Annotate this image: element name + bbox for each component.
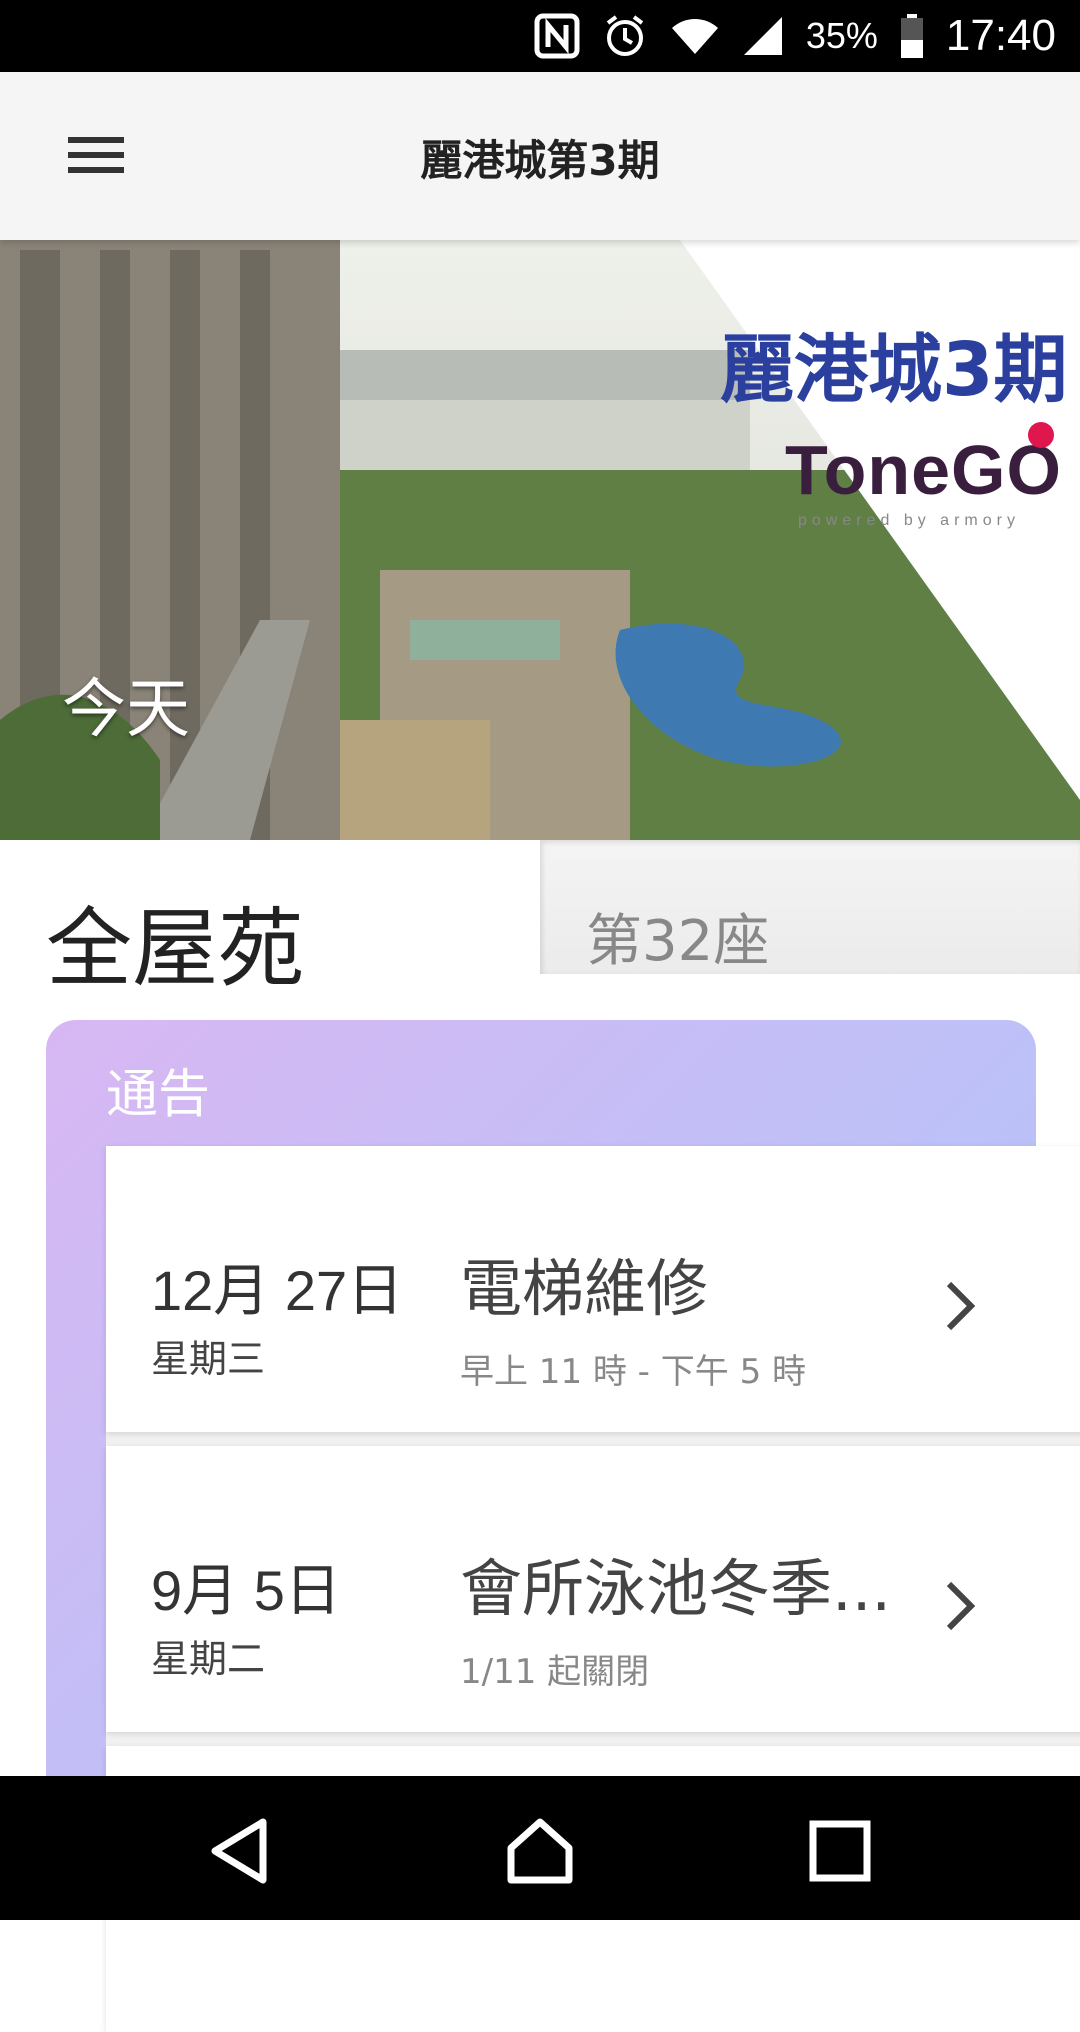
tab-estate[interactable]: 全屋苑 xyxy=(46,878,304,1003)
hero-banner[interactable]: 麗港城3期 ToneGO powered by armory 今天 xyxy=(0,240,1080,840)
battery-icon xyxy=(900,14,924,58)
notice-subtitle: 1/11 起關閉 xyxy=(460,1652,650,1692)
chevron-right-icon xyxy=(946,1281,976,1331)
tab-block[interactable]: 第32座 xyxy=(540,840,1080,974)
brand-dot-icon xyxy=(1028,422,1054,448)
battery-percent: 35% xyxy=(805,15,878,56)
alarm-icon xyxy=(602,13,648,59)
brand-tagline: powered by armory xyxy=(798,512,1020,529)
notices-title: 通告 xyxy=(106,1065,211,1125)
notice-subtitle: 早上 11 時 - 下午 5 時 xyxy=(460,1352,807,1392)
nfc-icon xyxy=(534,13,580,59)
estate-logo-text: 麗港城3期 xyxy=(720,327,1068,413)
navigation-bar xyxy=(0,1776,1080,1920)
notice-heading: 會所泳池冬季... xyxy=(460,1552,892,1625)
notice-heading: 電梯維修 xyxy=(460,1252,709,1325)
today-label: 今天 xyxy=(62,673,190,747)
back-icon[interactable] xyxy=(205,1816,275,1886)
recents-icon[interactable] xyxy=(805,1816,875,1886)
signal-icon xyxy=(742,15,784,57)
notice-date: 12月 27日 xyxy=(151,1259,404,1322)
tonego-logo: ToneGO xyxy=(785,431,1062,509)
chevron-right-icon xyxy=(946,1581,976,1631)
notice-date: 9月 5日 xyxy=(151,1559,341,1622)
page-title: 麗港城第3期 xyxy=(420,136,660,185)
status-bar: 35% 17:40 xyxy=(0,0,1080,72)
home-icon[interactable] xyxy=(505,1816,575,1886)
notice-item[interactable]: 12月 27日 星期三 電梯維修 早上 11 時 - 下午 5 時 xyxy=(106,1146,1080,1432)
clock: 17:40 xyxy=(945,11,1056,60)
notice-weekday: 星期二 xyxy=(151,1637,266,1681)
wifi-icon xyxy=(670,16,720,56)
app-bar: 麗港城第3期 xyxy=(0,72,1080,240)
notice-item[interactable]: 9月 5日 星期二 會所泳池冬季... 1/11 起關閉 xyxy=(106,1446,1080,1732)
notice-weekday: 星期三 xyxy=(151,1337,266,1381)
block-tab-label: 第32座 xyxy=(586,909,770,974)
